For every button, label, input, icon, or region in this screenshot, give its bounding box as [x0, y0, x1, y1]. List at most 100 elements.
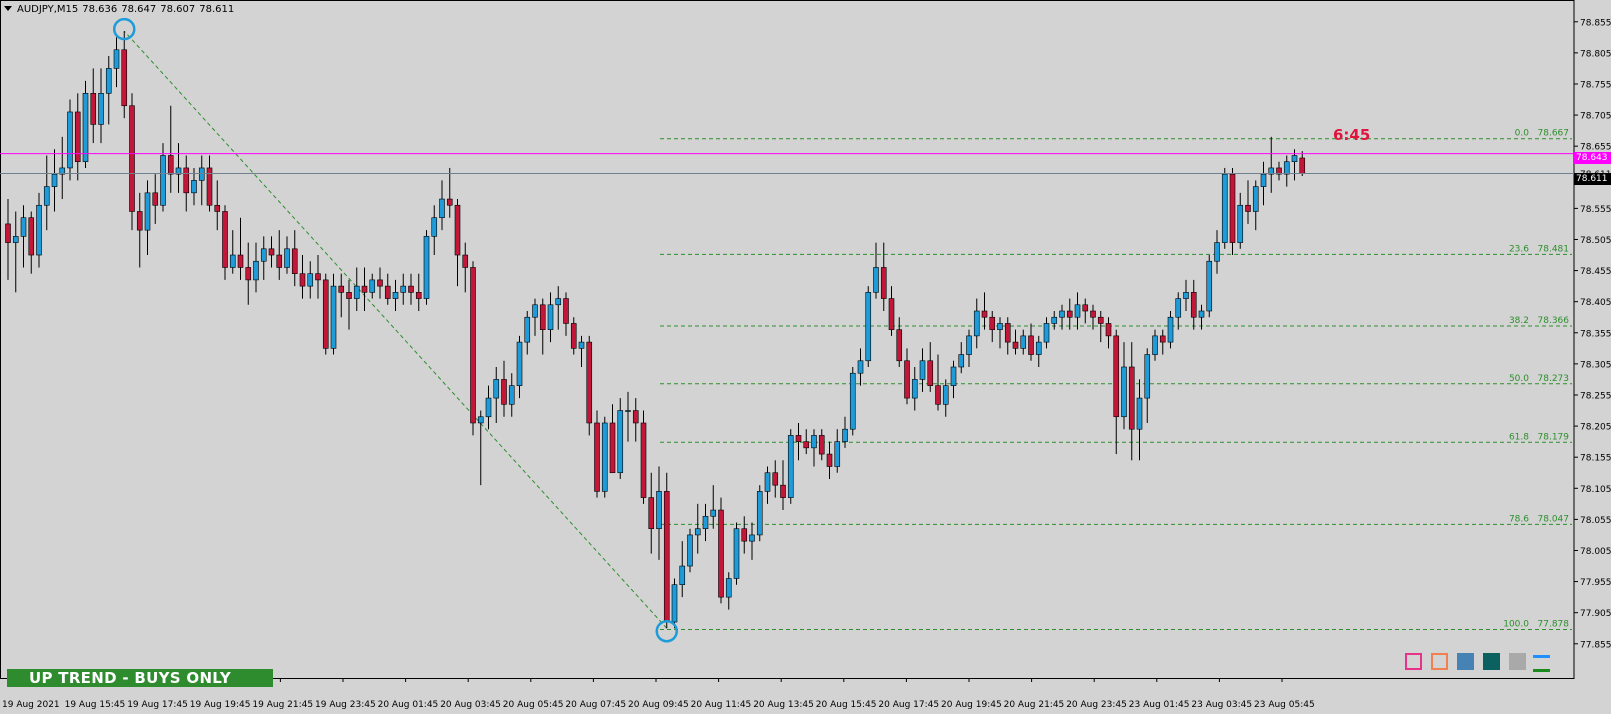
x-tick-label: 20 Aug 13:45	[753, 700, 814, 710]
y-tick-label: 78.205	[1580, 423, 1611, 433]
candle	[1113, 329, 1120, 455]
candle	[276, 230, 283, 280]
symbol-header[interactable]: AUDJPY,M15 78.636 78.647 78.607 78.611	[4, 4, 238, 15]
candle-body	[74, 111, 81, 163]
candle-body	[353, 285, 360, 299]
candle-body	[1105, 323, 1112, 337]
x-tick-label: 20 Aug 07:45	[565, 700, 626, 710]
x-tick-label: 23 Aug 05:45	[1254, 700, 1315, 710]
price-axis[interactable]: 78.85578.80578.75578.70578.65578.61178.5…	[1574, 18, 1611, 650]
candle	[966, 329, 972, 367]
close-value: 78.611	[199, 4, 235, 15]
candle	[811, 429, 817, 467]
candle-body	[935, 385, 941, 405]
candle	[299, 255, 306, 299]
candle-body	[671, 584, 678, 623]
overlay-objects	[0, 17, 1574, 643]
candle-body	[191, 180, 197, 194]
candle	[1152, 329, 1158, 361]
candle-body	[136, 211, 143, 231]
candle	[485, 385, 492, 430]
candle	[245, 242, 252, 305]
candle	[958, 342, 965, 374]
candle	[849, 366, 856, 436]
x-tick-label: 20 Aug 03:45	[440, 700, 501, 710]
candle	[648, 472, 655, 554]
candle	[710, 485, 717, 529]
blue-dash-icon[interactable]	[1533, 655, 1550, 658]
candle	[446, 167, 453, 218]
green-dash-icon[interactable]	[1533, 669, 1550, 672]
candle-body	[508, 385, 515, 405]
candle	[90, 68, 97, 144]
candle-body	[276, 254, 283, 268]
candle	[330, 273, 337, 355]
candle-body	[284, 248, 290, 268]
candle-body	[121, 49, 128, 107]
candle	[601, 416, 608, 498]
teal-square-icon[interactable]	[1483, 653, 1500, 670]
candle	[1237, 192, 1244, 249]
fibonacci-retracement[interactable]: 0.0 78.667 23.6 78.481 38.2 78.366 50.0 78.273 6…	[123, 30, 1572, 630]
candle-body	[625, 410, 631, 412]
candle-body	[803, 441, 810, 449]
candle-body	[361, 285, 368, 293]
candle-body	[826, 453, 833, 467]
candle	[725, 572, 732, 610]
pink-square-icon[interactable]	[1405, 653, 1422, 670]
candle	[1183, 279, 1189, 312]
candle-body	[749, 534, 755, 542]
candlestick-series	[5, 31, 1306, 629]
candle	[284, 236, 290, 274]
candle-body	[950, 366, 957, 386]
candle-body	[973, 310, 980, 337]
x-tick-label: 20 Aug 17:45	[878, 700, 939, 710]
trend-banner[interactable]: UP TREND - BUYS ONLY	[7, 669, 273, 687]
y-tick-label: 78.355	[1580, 329, 1611, 339]
candle-body	[346, 292, 352, 299]
candle-body	[563, 298, 569, 324]
candle	[222, 205, 228, 280]
candle	[857, 348, 864, 386]
candle-body	[780, 484, 786, 498]
candle	[702, 503, 709, 542]
candle	[105, 55, 112, 125]
candle-body	[888, 298, 895, 330]
candle-body	[1028, 335, 1034, 355]
candle	[1276, 161, 1282, 181]
candle-body	[1059, 310, 1065, 318]
gray-square-icon[interactable]	[1509, 653, 1526, 670]
candle	[307, 261, 314, 299]
x-tick-label: 20 Aug 15:45	[816, 700, 877, 710]
candle-body	[896, 329, 903, 362]
x-tick-label: 20 Aug 11:45	[691, 700, 752, 710]
candle	[865, 286, 872, 367]
candle-body	[28, 217, 35, 256]
blue-square-icon[interactable]	[1457, 653, 1474, 670]
candle-body	[214, 204, 221, 212]
dropdown-triangle-icon[interactable]	[4, 6, 12, 11]
candle-body	[547, 304, 554, 330]
candle	[462, 242, 469, 293]
candle	[1159, 329, 1166, 355]
candle	[1028, 323, 1034, 361]
fib-trendline[interactable]	[123, 30, 668, 629]
candle	[28, 211, 35, 274]
y-tick-label: 77.955	[1580, 578, 1611, 588]
candle	[594, 410, 600, 498]
candle	[578, 335, 585, 367]
candle-body	[384, 285, 391, 299]
candle	[1074, 292, 1081, 330]
orange-square-icon[interactable]	[1431, 653, 1448, 670]
candle	[1260, 161, 1267, 206]
candle	[384, 273, 391, 305]
candle-body	[927, 360, 934, 386]
fib-price-label: 78.667	[1538, 129, 1570, 139]
candle	[1082, 298, 1089, 324]
candle	[524, 311, 531, 355]
candle-body	[1190, 292, 1197, 318]
candle-body	[811, 435, 817, 449]
candle	[539, 298, 546, 355]
candle	[214, 180, 221, 231]
candle	[663, 472, 670, 629]
